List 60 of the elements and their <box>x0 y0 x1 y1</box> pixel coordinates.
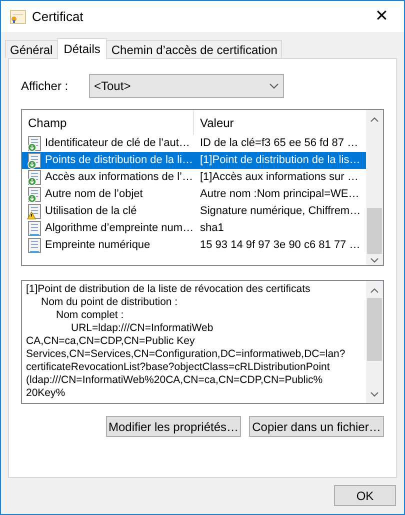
detail-line: 20Key% <box>26 387 66 400</box>
scrollbar-thumb[interactable] <box>367 298 382 361</box>
table-row[interactable]: Utilisation de la clé Signature numérique, Chiffrem… <box>22 203 366 220</box>
table-cell-text: Autre nom de l’objet <box>45 187 143 202</box>
action-button[interactable]: Copier dans un fichier… <box>249 416 384 437</box>
chevron-down-icon <box>370 392 379 397</box>
detail-line: Nom complet : <box>55 309 124 322</box>
table-cell-text: ID de la clé=f3 65 ee 56 fd 87 … <box>199 136 358 152</box>
tab[interactable]: Général <box>5 40 58 58</box>
table-cell-text: Autre nom :Nom principal=WE… <box>199 187 360 202</box>
show-label: Afficher : <box>21 78 70 95</box>
scrollbar[interactable] <box>366 281 383 403</box>
table-cell-text: 15 93 14 9f 97 3e 90 c6 81 77 … <box>199 238 360 254</box>
table-cell-text: Empreinte numérique <box>45 238 150 254</box>
document-icon <box>27 220 43 236</box>
selected-row[interactable]: Points de distribution de la li… [1]Point de distribution de la lis… <box>22 152 366 169</box>
table-cell-text: Algorithme d’empreinte num… <box>45 221 194 236</box>
document-download-icon <box>27 170 43 186</box>
document-download-icon <box>27 152 43 168</box>
scrollbar-thumb[interactable] <box>367 208 382 254</box>
chevron-up-icon <box>370 117 379 122</box>
detail-text-box[interactable] <box>21 280 384 404</box>
tab[interactable]: Détails <box>56 38 108 59</box>
window-title: Certificat <box>32 8 84 26</box>
detail-line: CA,CN=ca,CN=CDP,CN=Public Key <box>26 335 195 348</box>
detail-line: Services,CN=Services,CN=Configuration,DC=informatiweb,DC=lan? <box>26 348 346 361</box>
detail-line: [1]Point de distribution de la liste de révocation des certificats <box>26 283 310 296</box>
table-row[interactable]: Algorithme d’empreinte num… sha1 <box>22 220 366 237</box>
detail-line: URL=ldap:///CN=InformatiWeb <box>70 322 214 335</box>
table-cell-text: sha1 <box>199 221 224 236</box>
table-row[interactable]: Empreinte numérique 15 93 14 9f 97 3e 90 c6 81 77 … <box>22 237 366 254</box>
certificate-icon <box>10 10 26 24</box>
tab[interactable]: Chemin d’accès de certification <box>106 40 282 58</box>
table-cell-text: [1]Point de distribution de la lis… <box>199 153 360 168</box>
document-download-icon <box>27 186 43 202</box>
table-cell-text: Points de distribution de la li… <box>45 153 193 168</box>
action-button[interactable]: Modifier les propriétés… <box>106 416 241 437</box>
close-button[interactable]: ✕ <box>371 8 392 24</box>
table-cell-text: Identificateur de clé de l’aut… <box>45 136 190 152</box>
chevron-down-icon <box>370 258 379 263</box>
chevron-up-icon <box>370 288 379 293</box>
detail-line: (ldap:///CN=InformatiWeb%20CA,CN=ca,CN=CDP,CN=Public% <box>26 374 323 387</box>
table-row[interactable]: Identificateur de clé de l’aut… ID de la clé=f3 65 ee 56 fd 87 … <box>22 135 366 152</box>
detail-line: certificateRevocationList?base?objectClass=cRLDistributionPoint <box>26 361 330 374</box>
table-cell-text: Utilisation de la clé <box>45 204 137 220</box>
table-row[interactable]: Autre nom de l’objet Autre nom :Nom principal=WE… <box>22 186 366 203</box>
column-header[interactable]: Valeur <box>194 110 366 135</box>
document-warning-icon <box>27 204 43 220</box>
show-dropdown[interactable]: <Tout> <box>89 74 284 98</box>
table-cell-text: Accès aux informations de l’… <box>45 170 193 186</box>
chevron-down-icon <box>269 83 279 89</box>
table-row[interactable]: Accès aux informations de l’… [1]Accès aux informations sur … <box>22 169 366 186</box>
document-icon <box>27 238 43 254</box>
table-cell-text: Signature numérique, Chiffrem… <box>199 204 361 220</box>
table-cell-text: [1]Accès aux informations sur … <box>199 170 358 186</box>
detail-line: Nom du point de distribution : <box>40 296 178 309</box>
column-header[interactable]: Champ <box>22 110 194 135</box>
ok-button[interactable]: OK <box>334 485 396 506</box>
document-download-icon <box>27 136 43 152</box>
scrollbar[interactable] <box>366 110 383 265</box>
